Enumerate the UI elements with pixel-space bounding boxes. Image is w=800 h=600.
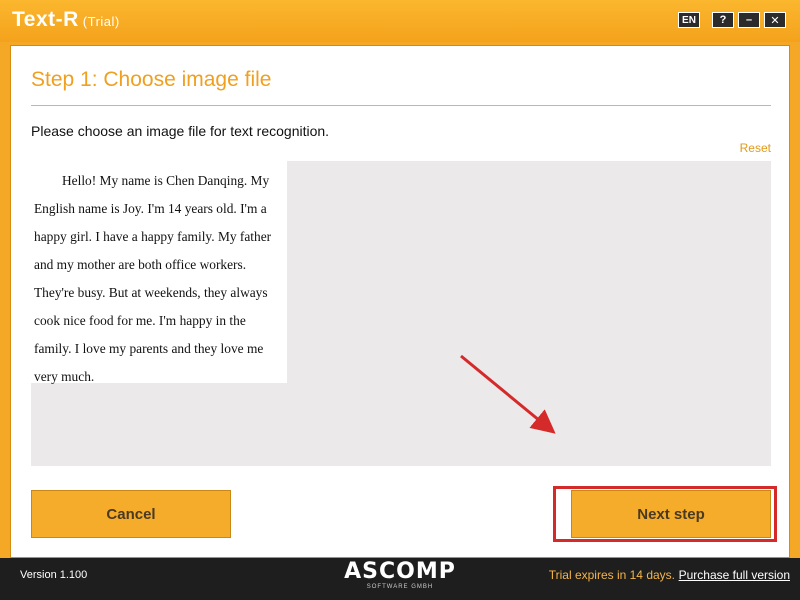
- close-button[interactable]: ✕: [764, 12, 786, 28]
- ascomp-logo: ASCOMP SOFTWARE GMBH: [338, 560, 462, 594]
- divider: [31, 105, 771, 106]
- language-button[interactable]: EN: [678, 12, 700, 28]
- footer: Version 1.100 ASCOMP SOFTWARE GMBH Trial…: [0, 558, 800, 600]
- trial-notice: Trial expires in 14 days.: [548, 568, 675, 582]
- cancel-button[interactable]: Cancel: [31, 490, 231, 538]
- purchase-link[interactable]: Purchase full version: [679, 568, 790, 582]
- annotation-arrow-icon: [460, 354, 556, 434]
- image-preview-area[interactable]: Hello! My name is Chen Danqing. My Engli…: [31, 161, 771, 466]
- app-title: Text-R (Trial): [12, 8, 120, 32]
- help-button[interactable]: ?: [712, 12, 734, 28]
- annotation-highlight-box: [553, 486, 777, 542]
- instruction-text: Please choose an image file for text rec…: [31, 123, 330, 139]
- reset-link[interactable]: Reset: [740, 141, 771, 155]
- window-controls: EN ? – ✕: [678, 12, 786, 28]
- minimize-button[interactable]: –: [738, 12, 760, 28]
- main-panel: Step 1: Choose image file Please choose …: [10, 45, 790, 558]
- logo-subtext: SOFTWARE GMBH: [366, 584, 434, 590]
- logo-text: ASCOMP: [344, 559, 456, 584]
- preview-image-text: Hello! My name is Chen Danqing. My Engli…: [34, 173, 272, 384]
- app-subtitle: (Trial): [82, 14, 120, 29]
- app-name: Text-R: [12, 8, 79, 31]
- preview-image: Hello! My name is Chen Danqing. My Engli…: [31, 161, 287, 384]
- page-title: Step 1: Choose image file: [31, 68, 272, 91]
- version-label: Version 1.100: [20, 569, 88, 581]
- title-bar: Text-R (Trial) EN ? – ✕: [0, 0, 800, 42]
